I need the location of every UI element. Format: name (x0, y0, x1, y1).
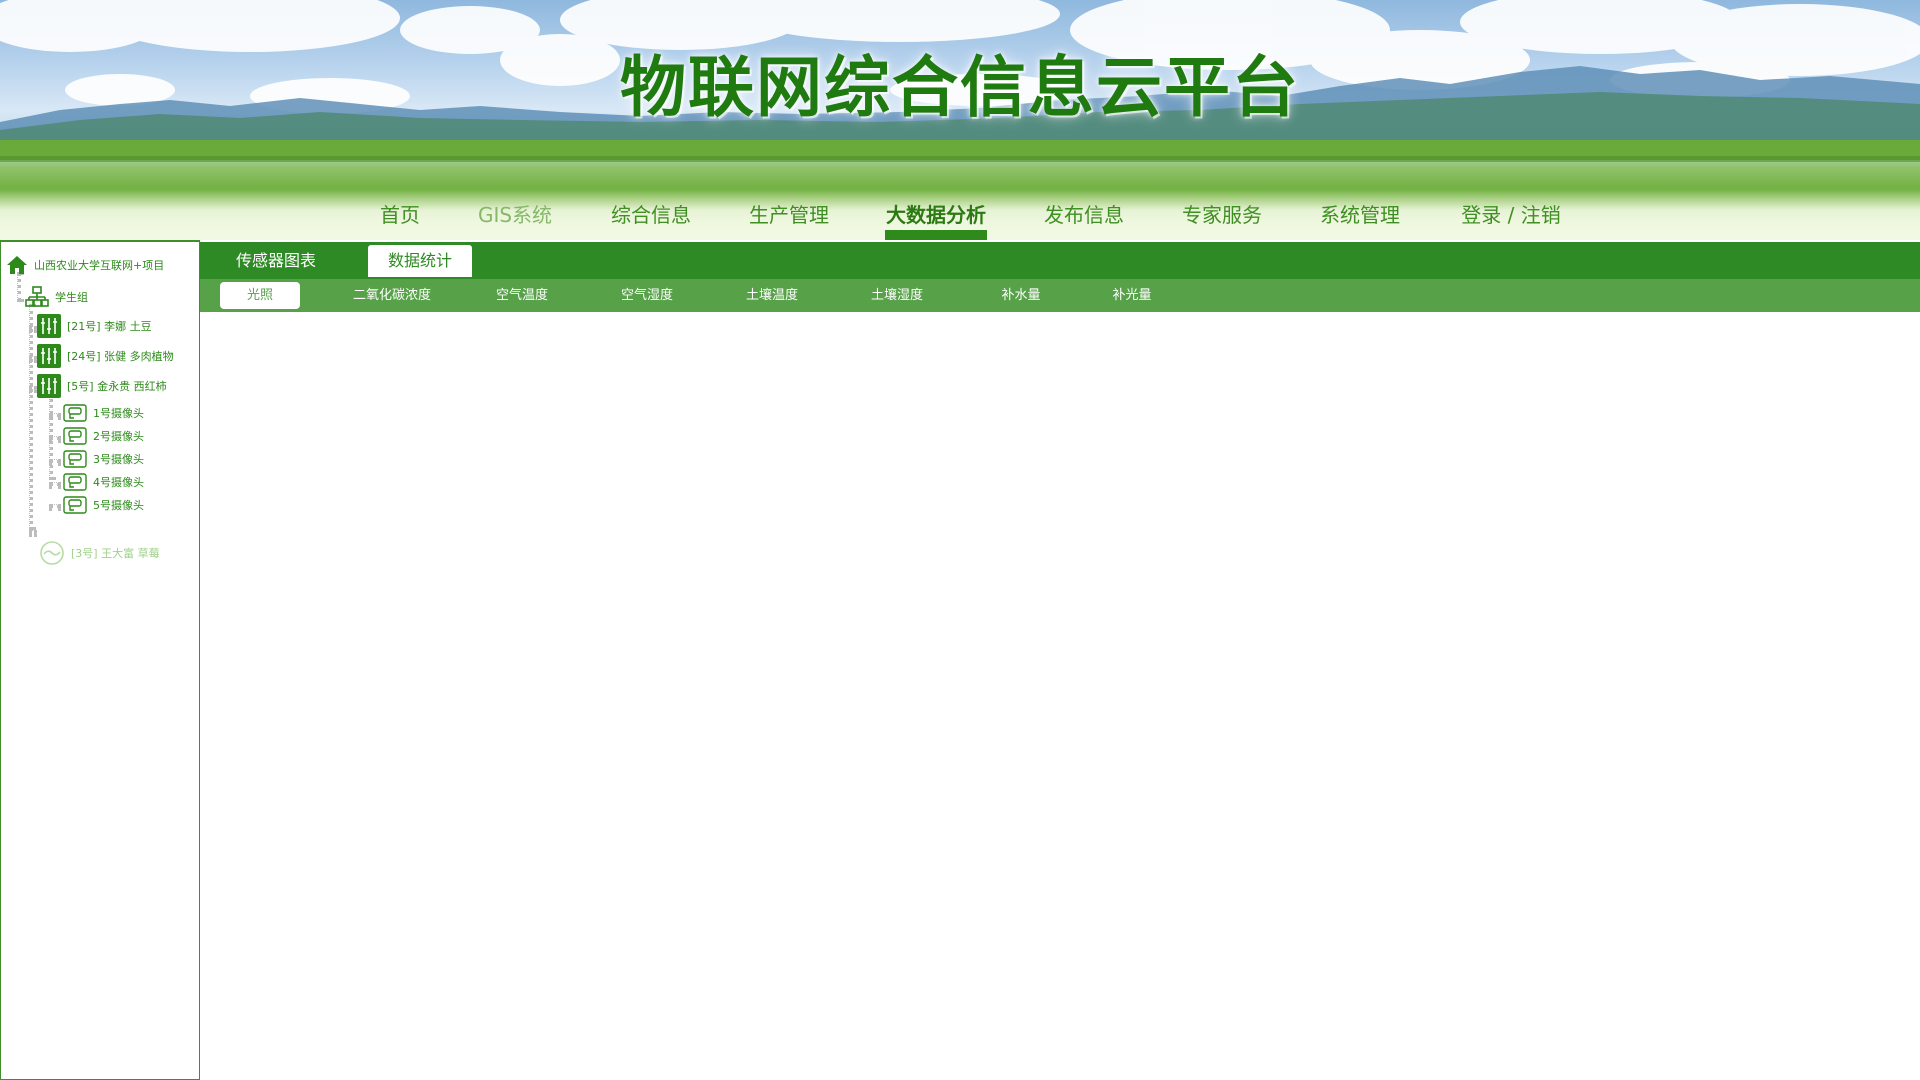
tree-node-label: [5号] 金永贵 西红柿 (67, 380, 167, 393)
nav-item-bigdata[interactable]: 大数据分析 (885, 198, 987, 240)
nav-item-production[interactable]: 生产管理 (745, 198, 833, 232)
offline-signal-icon (39, 540, 65, 566)
camera-label: 2号摄像头 (93, 430, 144, 443)
tree-connector (49, 482, 61, 486)
tab-soil-humidity[interactable]: 土壤湿度 (847, 282, 947, 309)
camera-icon (63, 404, 87, 422)
tab-water-supply[interactable]: 补水量 (976, 282, 1066, 309)
tree-group-label: 学生组 (55, 291, 88, 304)
tree-connector (49, 504, 61, 508)
tree-connector (29, 386, 37, 390)
tree-node[interactable]: [5号] 金永贵 西红柿 (37, 374, 167, 398)
camera-label: 4号摄像头 (93, 476, 144, 489)
tree-connector (49, 459, 61, 463)
tree-connector (17, 272, 21, 302)
statistics-content-area (200, 312, 1920, 1080)
tab-data-statistics[interactable]: 数据统计 (368, 245, 472, 277)
tree-node-label: [21号] 李娜 土豆 (67, 320, 152, 333)
tree-root[interactable]: 山西农业大学互联网+项目 (6, 254, 164, 276)
nav-item-login-logout[interactable]: 登录 / 注销 (1456, 198, 1566, 232)
active-nav-indicator (885, 230, 987, 240)
camera-icon (63, 427, 87, 445)
tree-node-label: [24号] 张健 多肉植物 (67, 350, 174, 363)
tab-co2[interactable]: 二氧化碳浓度 (330, 282, 454, 309)
tree-camera-item[interactable]: 5号摄像头 (63, 496, 144, 514)
tree-camera-item[interactable]: 4号摄像头 (63, 473, 144, 491)
tab-air-humidity[interactable]: 空气湿度 (597, 282, 697, 309)
tree-connector (29, 326, 37, 330)
tree-camera-item[interactable]: 2号摄像头 (63, 427, 144, 445)
camera-label: 1号摄像头 (93, 407, 144, 420)
tree-connector (49, 436, 61, 440)
camera-label: 5号摄像头 (93, 499, 144, 512)
device-tree-panel: 山西农业大学互联网+项目 学生组 [21号] 李娜 土豆 [24号] 张健 多肉… (0, 240, 200, 1080)
tab-sensor-charts[interactable]: 传感器图表 (220, 245, 332, 277)
tree-node[interactable]: [24号] 张健 多肉植物 (37, 344, 174, 368)
sensor-controls-icon (37, 344, 61, 368)
tree-connector (29, 530, 37, 534)
tree-node-label: [3号] 王大富 草莓 (71, 547, 160, 560)
tree-node[interactable]: [21号] 李娜 土豆 (37, 314, 152, 338)
nav-item-gis[interactable]: GIS系统 (474, 198, 556, 232)
nav-item-expert[interactable]: 专家服务 (1178, 198, 1266, 232)
tree-connector (49, 413, 61, 417)
primary-tab-bar: 传感器图表 数据统计 (200, 242, 1920, 279)
nav-item-bigdata-label: 大数据分析 (886, 203, 986, 227)
camera-icon (63, 496, 87, 514)
org-chart-icon (25, 286, 49, 308)
tree-root-label: 山西农业大学互联网+项目 (34, 259, 165, 272)
camera-label: 3号摄像头 (93, 453, 144, 466)
tree-node-offline[interactable]: [3号] 王大富 草莓 (39, 540, 160, 566)
tab-light[interactable]: 光照 (220, 282, 300, 309)
secondary-tab-bar: 光照 二氧化碳浓度 空气温度 空气湿度 土壤温度 土壤湿度 补水量 补光量 (200, 279, 1920, 312)
house-icon (6, 254, 28, 276)
nav-item-home[interactable]: 首页 (372, 198, 428, 232)
tree-connector (29, 356, 37, 360)
sensor-controls-icon (37, 374, 61, 398)
camera-icon (63, 473, 87, 491)
tab-soil-temperature[interactable]: 土壤温度 (722, 282, 822, 309)
nav-item-publish[interactable]: 发布信息 (1040, 198, 1128, 232)
tree-connector (29, 304, 33, 530)
nav-item-info[interactable]: 综合信息 (607, 198, 695, 232)
main-nav: 首页 GIS系统 综合信息 生产管理 大数据分析 发布信息 专家服务 系统管理 … (0, 190, 1920, 240)
sensor-controls-icon (37, 314, 61, 338)
page-title: 物联网综合信息云平台 (620, 49, 1300, 126)
tab-air-temperature[interactable]: 空气温度 (472, 282, 572, 309)
tree-camera-item[interactable]: 3号摄像头 (63, 450, 144, 468)
nav-item-system[interactable]: 系统管理 (1316, 198, 1404, 232)
tree-camera-item[interactable]: 1号摄像头 (63, 404, 144, 422)
tab-light-supply[interactable]: 补光量 (1087, 282, 1177, 309)
camera-icon (63, 450, 87, 468)
tree-group[interactable]: 学生组 (25, 286, 88, 308)
